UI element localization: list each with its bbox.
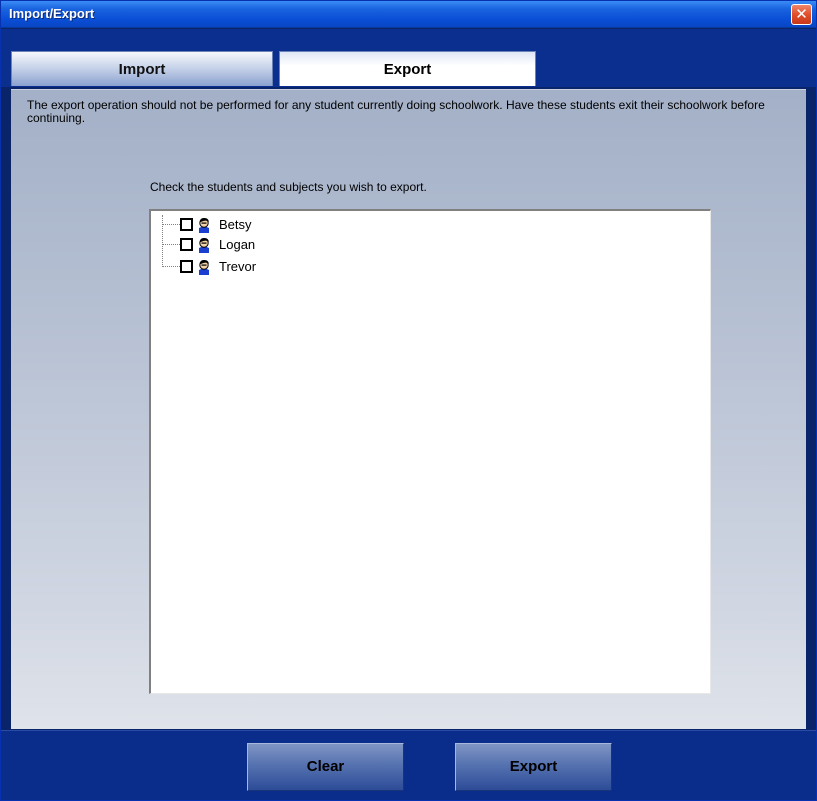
import-export-dialog: Import/Export ✕ Import Export The export… — [0, 0, 817, 801]
student-checkbox[interactable] — [180, 260, 193, 273]
student-name: Logan — [219, 237, 256, 252]
student-icon — [199, 217, 209, 233]
window-title: Import/Export — [9, 6, 95, 21]
student-checkbox[interactable] — [180, 238, 193, 251]
student-tree[interactable]: Betsy Logan Trevor — [149, 209, 711, 694]
tab-import[interactable]: Import — [11, 51, 273, 86]
clear-button[interactable]: Clear — [247, 743, 404, 791]
tree-branch — [163, 244, 180, 245]
button-bar: Clear Export — [1, 730, 816, 800]
tree-branch — [163, 224, 180, 225]
export-instructions: The export operation should not be perfo… — [27, 98, 765, 125]
close-button[interactable]: ✕ — [791, 4, 812, 25]
tree-item-logan[interactable]: Logan — [151, 234, 351, 254]
tree-item-betsy[interactable]: Betsy — [151, 214, 351, 234]
student-icon — [199, 259, 209, 275]
student-icon — [199, 237, 209, 253]
student-name: Trevor — [219, 259, 257, 274]
student-name: Betsy — [219, 217, 252, 232]
close-icon: ✕ — [795, 5, 808, 23]
export-button[interactable]: Export — [455, 743, 612, 791]
tree-branch — [163, 266, 180, 267]
export-panel: The export operation should not be perfo… — [11, 89, 806, 729]
tab-bar: Import Export — [1, 29, 816, 87]
student-checkbox[interactable] — [180, 218, 193, 231]
title-bar[interactable]: Import/Export ✕ — [1, 1, 816, 28]
check-students-label: Check the students and subjects you wish… — [150, 180, 427, 194]
tab-export[interactable]: Export — [279, 51, 536, 86]
tree-item-trevor[interactable]: Trevor — [151, 256, 351, 276]
